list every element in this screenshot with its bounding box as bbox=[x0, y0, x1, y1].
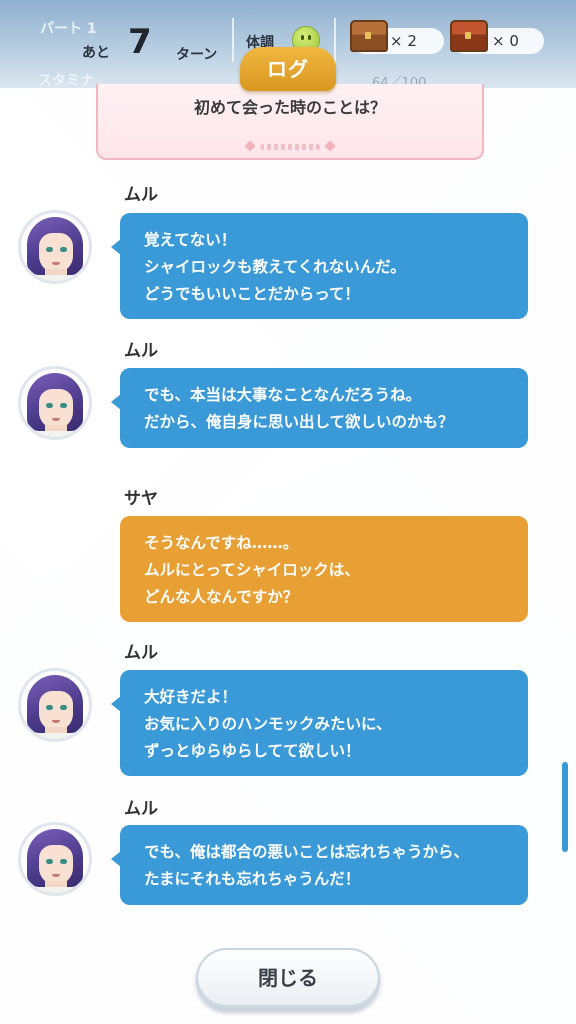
message-line: ずっとゆらゆらしてて欲しい！ bbox=[144, 742, 361, 760]
message-line: たまにそれも忘れちゃうんだ！ bbox=[144, 870, 361, 888]
speaker-name: ムル bbox=[124, 185, 158, 205]
hud-divider bbox=[232, 18, 234, 62]
message-line: 覚えてない！ bbox=[144, 231, 237, 249]
stamina-label: スタミナ bbox=[38, 73, 94, 89]
log-panel[interactable]: 初めて会った時のことは？ ムル 覚えてない！ シャイロックも教えてくれないんだ。… bbox=[0, 84, 576, 1024]
chest-red-count: × 0 bbox=[492, 32, 519, 50]
part-label: パート 1 bbox=[40, 21, 97, 37]
decor-diamond bbox=[324, 140, 336, 152]
avatar-mul bbox=[18, 822, 92, 896]
message-bubble: 覚えてない！ シャイロックも教えてくれないんだ。 どうでもいいことだからって！ bbox=[111, 213, 528, 319]
message-line: でも、俺は都合の悪いことは忘れちゃうから、 bbox=[144, 843, 470, 861]
decor-diamond bbox=[244, 140, 256, 152]
scrollbar-thumb[interactable] bbox=[562, 762, 568, 852]
message-line: だから、俺自身に思い出して欲しいのかも？ bbox=[144, 413, 454, 431]
log-title-tab: ログ bbox=[240, 47, 336, 91]
hud-divider bbox=[334, 18, 336, 62]
choice-text: 初めて会った時のことは？ bbox=[193, 98, 386, 117]
message-line: シャイロックも教えてくれないんだ。 bbox=[144, 258, 406, 276]
selected-choice-card: 初めて会った時のことは？ bbox=[96, 84, 484, 160]
message-bubble: でも、俺は都合の悪いことは忘れちゃうから、 たまにそれも忘れちゃうんだ！ bbox=[111, 825, 528, 905]
avatar-mul bbox=[18, 366, 92, 440]
message-line: 大好きだよ！ bbox=[144, 688, 238, 706]
speaker-name: ムル bbox=[124, 341, 158, 361]
treasure-chest-icon bbox=[450, 20, 488, 52]
turn-unit: ターン bbox=[176, 47, 218, 63]
message-bubble: でも、本当は大事なことなんだろうね。 だから、俺自身に思い出して欲しいのかも？ bbox=[111, 368, 528, 448]
message-bubble: そうなんですね……。 ムルにとってシャイロックは、 どんな人なんですか？ bbox=[120, 516, 528, 622]
message-line: どうでもいいことだからって！ bbox=[144, 285, 360, 303]
close-button[interactable]: 閉じる bbox=[196, 948, 380, 1010]
speaker-name: ムル bbox=[124, 799, 158, 819]
message-line: ムルにとってシャイロックは、 bbox=[144, 561, 360, 579]
speaker-name: サヤ bbox=[124, 489, 158, 509]
message-bubble: 大好きだよ！ お気に入りのハンモックみたいに、 ずっとゆらゆらしてて欲しい！ bbox=[111, 670, 528, 776]
avatar-mul bbox=[18, 210, 92, 284]
decor-divider bbox=[260, 144, 320, 150]
message-line: でも、本当は大事なことなんだろうね。 bbox=[144, 386, 422, 404]
message-line: お気に入りのハンモックみたいに、 bbox=[144, 715, 392, 733]
speaker-name: ムル bbox=[124, 643, 158, 663]
chest-brown-count: × 2 bbox=[390, 32, 417, 50]
remaining-prefix: あと bbox=[82, 45, 110, 61]
treasure-chest-icon bbox=[350, 20, 388, 52]
message-line: そうなんですね……。 bbox=[144, 534, 299, 552]
message-line: どんな人なんですか？ bbox=[144, 588, 299, 606]
turns-left: 7 bbox=[128, 22, 152, 62]
avatar-mul bbox=[18, 668, 92, 742]
